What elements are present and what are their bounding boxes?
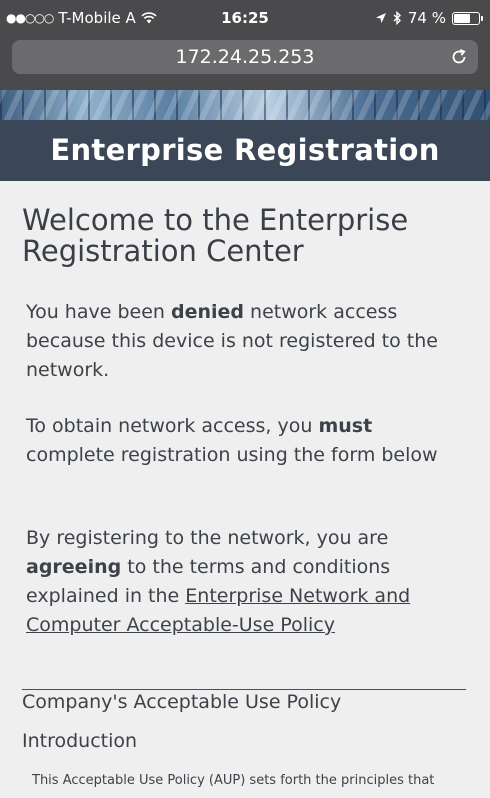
denied-text-pre: You have been	[26, 301, 171, 323]
instruction-text-post: complete registration using the form bel…	[26, 444, 438, 466]
denied-message: You have been denied network access beca…	[26, 298, 466, 385]
must-bold: must	[318, 415, 373, 437]
agreeing-bold: agreeing	[26, 556, 122, 578]
header-bar: Enterprise Registration	[0, 120, 490, 181]
header-banner-image	[0, 90, 490, 120]
agreement-notice: By registering to the network, you are a…	[26, 524, 466, 640]
browser-chrome: ●●○○○ T-Mobile A 16:25 74 % 172.24.25.25…	[0, 0, 490, 90]
status-right: 74 %	[375, 9, 483, 27]
introduction-heading: Introduction	[22, 730, 138, 752]
welcome-heading: Welcome to the Enterprise Registration C…	[22, 203, 409, 268]
battery-percent: 74 %	[407, 9, 446, 27]
address-bar[interactable]: 172.24.25.253	[12, 40, 478, 74]
battery-icon	[452, 11, 483, 25]
status-bar: ●●○○○ T-Mobile A 16:25 74 %	[0, 0, 490, 36]
agreement-text-pre: By registering to the network, you are	[26, 527, 389, 549]
aup-body-text: This Acceptable Use Policy (AUP) sets fo…	[22, 771, 472, 791]
page-title: Enterprise Registration	[50, 133, 440, 167]
bluetooth-icon	[393, 11, 401, 25]
location-arrow-icon	[375, 13, 386, 23]
denied-bold: denied	[170, 301, 244, 323]
aup-heading: Company's Acceptable Use Policy	[22, 691, 342, 713]
aup-body-line: This Acceptable Use Policy (AUP) sets fo…	[32, 773, 435, 788]
reload-icon[interactable]	[450, 48, 468, 66]
registration-instruction: To obtain network access, you must compl…	[26, 412, 466, 470]
url-text: 172.24.25.253	[175, 46, 315, 68]
instruction-text-pre: To obtain network access, you	[26, 415, 319, 437]
